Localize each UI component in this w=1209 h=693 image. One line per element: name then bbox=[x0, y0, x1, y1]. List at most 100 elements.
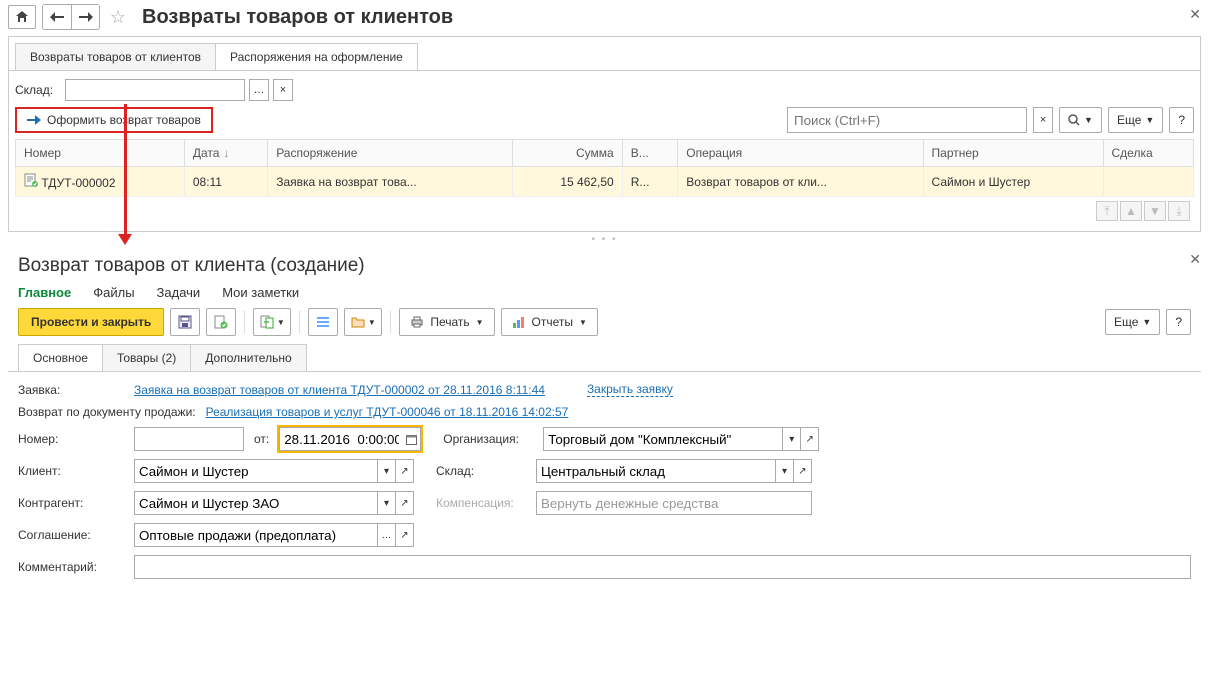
form-more-button[interactable]: Еще ▼ bbox=[1105, 309, 1160, 335]
search-button[interactable]: ▼ bbox=[1059, 107, 1102, 133]
arrow-left-icon bbox=[50, 12, 64, 22]
contr-dropdown[interactable]: ▾ bbox=[378, 491, 396, 515]
return-doc-link[interactable]: Реализация товаров и услуг ТДУТ-000046 о… bbox=[206, 405, 569, 419]
contr-open[interactable]: ↗ bbox=[396, 491, 414, 515]
col-number[interactable]: Номер bbox=[16, 140, 185, 167]
create-return-label: Оформить возврат товаров bbox=[47, 113, 201, 127]
agree-select[interactable]: … bbox=[378, 523, 396, 547]
chevron-down-icon: ▼ bbox=[368, 318, 376, 327]
col-partner[interactable]: Партнер bbox=[923, 140, 1103, 167]
client-label: Клиент: bbox=[18, 464, 128, 478]
date-input[interactable] bbox=[279, 427, 403, 451]
form-help-button[interactable]: ? bbox=[1166, 309, 1191, 335]
tab-main[interactable]: Основное bbox=[18, 344, 103, 371]
chevron-down-icon: ▼ bbox=[476, 318, 484, 327]
arrow-right-blue-icon bbox=[27, 115, 41, 125]
diskette-icon bbox=[178, 315, 192, 329]
create-based-button[interactable]: ▼ bbox=[253, 308, 291, 336]
form-sklad-input[interactable] bbox=[536, 459, 776, 483]
table-row[interactable]: ТДУТ-000002 08:11 Заявка на возврат това… bbox=[16, 167, 1194, 197]
section-notes[interactable]: Мои заметки bbox=[222, 285, 299, 300]
sklad-input[interactable] bbox=[65, 79, 245, 101]
org-input[interactable] bbox=[543, 427, 783, 451]
back-button[interactable] bbox=[43, 5, 71, 29]
request-link[interactable]: Заявка на возврат товаров от клиента ТДУ… bbox=[134, 383, 545, 397]
tab-orders[interactable]: Распоряжения на оформление bbox=[215, 43, 418, 70]
arrow-right-icon bbox=[79, 12, 93, 22]
home-button[interactable] bbox=[8, 5, 36, 29]
search-input[interactable] bbox=[787, 107, 1027, 133]
chart-icon bbox=[512, 315, 526, 329]
reports-button[interactable]: Отчеты ▼ bbox=[501, 308, 598, 336]
list-icon bbox=[316, 315, 330, 329]
home-icon bbox=[15, 10, 29, 24]
org-open[interactable]: ↗ bbox=[801, 427, 819, 451]
comment-input[interactable] bbox=[134, 555, 1191, 579]
calendar-icon bbox=[406, 434, 417, 445]
attach-button[interactable]: ▼ bbox=[344, 308, 382, 336]
col-deal[interactable]: Сделка bbox=[1103, 140, 1194, 167]
splitter[interactable]: • • • bbox=[0, 232, 1209, 247]
more-button[interactable]: Еще ▼ bbox=[1108, 107, 1163, 133]
col-sum[interactable]: Сумма bbox=[513, 140, 623, 167]
pager-last[interactable]: ⤓ bbox=[1168, 201, 1190, 221]
favorite-button[interactable]: ☆ bbox=[106, 5, 130, 29]
org-dropdown[interactable]: ▾ bbox=[783, 427, 801, 451]
number-input[interactable] bbox=[134, 427, 244, 451]
chevron-down-icon: ▼ bbox=[277, 318, 285, 327]
from-label: от: bbox=[254, 432, 269, 446]
chevron-down-icon: ▼ bbox=[1145, 115, 1154, 125]
create-return-button[interactable]: Оформить возврат товаров bbox=[15, 107, 213, 133]
print-button[interactable]: Печать ▼ bbox=[399, 308, 494, 336]
section-main[interactable]: Главное bbox=[18, 285, 71, 300]
save-close-button[interactable]: Провести и закрыть bbox=[18, 308, 164, 336]
agree-open[interactable]: ↗ bbox=[396, 523, 414, 547]
org-label: Организация: bbox=[443, 432, 537, 446]
return-doc-label: Возврат по документу продажи: bbox=[18, 405, 196, 419]
comp-label: Компенсация: bbox=[436, 496, 530, 510]
request-label: Заявка: bbox=[18, 383, 128, 397]
col-date[interactable]: Дата↓ bbox=[184, 140, 267, 167]
tab-returns[interactable]: Возвраты товаров от клиентов bbox=[15, 43, 216, 70]
sklad-open[interactable]: ↗ bbox=[794, 459, 812, 483]
close-button[interactable]: ✕ bbox=[1189, 6, 1201, 23]
section-tasks[interactable]: Задачи bbox=[157, 285, 201, 300]
save-button[interactable] bbox=[170, 308, 200, 336]
sklad-dropdown[interactable]: ▾ bbox=[776, 459, 794, 483]
calendar-button[interactable] bbox=[403, 427, 421, 451]
close-request-link[interactable]: Закрыть заявку bbox=[587, 382, 673, 397]
forward-button[interactable] bbox=[71, 5, 99, 29]
comment-label: Комментарий: bbox=[18, 560, 128, 574]
post-button[interactable] bbox=[206, 308, 236, 336]
orders-table: Номер Дата↓ Распоряжение Сумма В... Опер… bbox=[15, 139, 1194, 197]
col-currency[interactable]: В... bbox=[622, 140, 678, 167]
col-order[interactable]: Распоряжение bbox=[268, 140, 513, 167]
client-open[interactable]: ↗ bbox=[396, 459, 414, 483]
pager-prev[interactable]: ▲ bbox=[1120, 201, 1142, 221]
agree-label: Соглашение: bbox=[18, 528, 128, 542]
tab-extra[interactable]: Дополнительно bbox=[190, 344, 306, 371]
comp-input bbox=[536, 491, 812, 515]
folder-icon bbox=[351, 315, 365, 329]
pager-first[interactable]: ⤒ bbox=[1096, 201, 1118, 221]
client-input[interactable] bbox=[134, 459, 378, 483]
col-operation[interactable]: Операция bbox=[678, 140, 923, 167]
tab-goods[interactable]: Товары (2) bbox=[102, 344, 191, 371]
agree-input[interactable] bbox=[134, 523, 378, 547]
return-form-panel: ✕ Возврат товаров от клиента (создание) … bbox=[8, 247, 1201, 591]
client-dropdown[interactable]: ▾ bbox=[378, 459, 396, 483]
form-title: Возврат товаров от клиента (создание) bbox=[18, 255, 1201, 277]
structure-button[interactable] bbox=[308, 308, 338, 336]
contr-label: Контрагент: bbox=[18, 496, 128, 510]
sklad-clear-button[interactable]: × bbox=[273, 79, 293, 101]
chevron-down-icon: ▼ bbox=[1142, 317, 1151, 327]
contr-input[interactable] bbox=[134, 491, 378, 515]
close-form-button[interactable]: ✕ bbox=[1189, 251, 1201, 268]
search-clear-button[interactable]: × bbox=[1033, 107, 1053, 133]
page-title: Возвраты товаров от клиентов bbox=[142, 6, 453, 29]
section-files[interactable]: Файлы bbox=[93, 285, 134, 300]
help-button[interactable]: ? bbox=[1169, 107, 1194, 133]
doc-link-icon bbox=[260, 315, 274, 329]
sklad-select-button[interactable]: … bbox=[249, 79, 269, 101]
pager-next[interactable]: ▼ bbox=[1144, 201, 1166, 221]
